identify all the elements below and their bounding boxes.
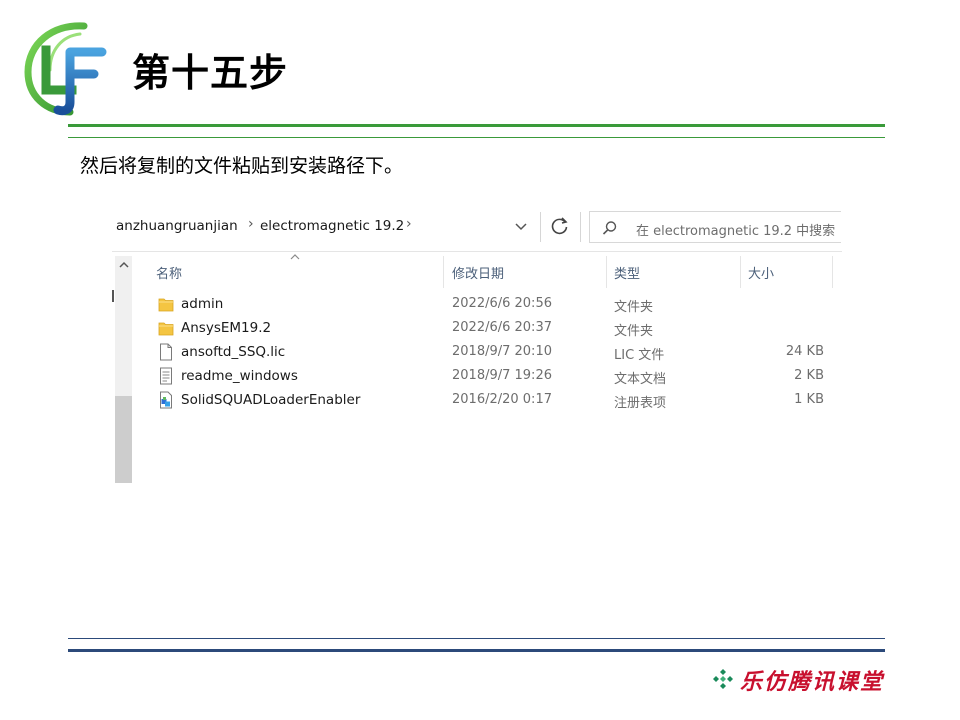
file-modified: 2016/2/20 0:17 — [452, 392, 552, 407]
file-type: 文件夹 — [614, 324, 654, 339]
address-bar[interactable]: anzhuangruanjian › electromagnetic 19.2 … — [112, 206, 540, 246]
file-row-ansysem[interactable]: AnsysEM19.2 2022/6/6 20:37 文件夹 — [152, 316, 842, 340]
folder-icon — [158, 322, 174, 336]
breadcrumb-electromagnetic[interactable]: electromagnetic 19.2 — [260, 218, 404, 234]
nav-pane-edge — [112, 290, 114, 302]
file-explorer-window: anzhuangruanjian › electromagnetic 19.2 … — [112, 206, 842, 486]
file-row-readme[interactable]: readme_windows 2018/9/7 19:26 文本文档 2 KB — [152, 364, 842, 388]
file-size: 1 KB — [794, 392, 824, 407]
file-row-ansoftd-lic[interactable]: ansoftd_SSQ.lic 2018/9/7 20:10 LIC 文件 24… — [152, 340, 842, 364]
column-header-size[interactable]: 大小 — [748, 263, 774, 282]
document-icon — [160, 343, 172, 361]
file-row-admin[interactable]: admin 2022/6/6 20:56 文件夹 — [152, 292, 842, 316]
scrollbar-thumb[interactable] — [115, 396, 132, 483]
header-rule-thick — [68, 124, 885, 127]
file-name: SolidSQUADLoaderEnabler — [181, 392, 361, 408]
search-placeholder: 在 electromagnetic 19.2 中搜索 — [636, 224, 836, 239]
file-modified: 2022/6/6 20:37 — [452, 320, 552, 335]
brand-name: 乐仿腾讯课堂 — [740, 669, 885, 695]
file-modified: 2018/9/7 20:10 — [452, 344, 552, 359]
file-row-solidsquad[interactable]: SolidSQUADLoaderEnabler 2016/2/20 0:17 注… — [152, 388, 842, 412]
search-icon — [602, 221, 617, 235]
column-divider[interactable] — [740, 256, 741, 288]
footer-rule-thick — [68, 649, 885, 652]
file-size: 2 KB — [794, 368, 824, 383]
file-modified: 2018/9/7 19:26 — [452, 368, 552, 383]
column-divider[interactable] — [443, 256, 444, 288]
file-type: 注册表项 — [614, 396, 667, 411]
header-rule-thin — [68, 137, 885, 138]
chevron-right-icon[interactable]: › — [406, 216, 412, 232]
footer-rule-thin — [68, 638, 885, 639]
folder-icon — [158, 298, 174, 312]
column-divider[interactable] — [606, 256, 607, 288]
file-type: 文件夹 — [614, 300, 654, 315]
file-modified: 2022/6/6 20:56 — [452, 296, 552, 311]
lf-logo — [24, 22, 107, 116]
refresh-icon[interactable] — [548, 214, 572, 238]
toolbar-separator — [580, 212, 581, 242]
diamond-cluster-icon — [713, 669, 733, 689]
breadcrumb-anzhuangruanjian[interactable]: anzhuangruanjian — [116, 218, 238, 234]
slide-title: 第十五步 — [132, 51, 289, 95]
file-name: ansoftd_SSQ.lic — [181, 344, 286, 360]
chevron-up-icon[interactable] — [115, 258, 132, 274]
file-size: 24 KB — [785, 344, 824, 359]
chevron-down-icon[interactable] — [514, 220, 528, 234]
file-type: 文本文档 — [614, 372, 667, 387]
file-name: admin — [181, 296, 224, 312]
column-header-name[interactable]: 名称 — [156, 263, 182, 282]
toolbar-divider — [112, 251, 842, 252]
sort-ascending-icon — [290, 252, 300, 263]
toolbar-separator — [540, 212, 541, 242]
text-document-icon — [160, 367, 172, 385]
file-name: AnsysEM19.2 — [181, 320, 272, 336]
column-header-modified[interactable]: 修改日期 — [452, 263, 504, 282]
column-header-type[interactable]: 类型 — [614, 263, 640, 282]
registry-file-icon — [160, 391, 172, 409]
slide-subtitle: 然后将复制的文件粘贴到安装路径下。 — [80, 155, 404, 177]
file-name: readme_windows — [181, 368, 298, 384]
file-type: LIC 文件 — [614, 348, 665, 363]
column-divider[interactable] — [832, 256, 833, 288]
search-input[interactable]: 在 electromagnetic 19.2 中搜索 — [589, 211, 841, 243]
chevron-right-icon[interactable]: › — [248, 216, 254, 232]
